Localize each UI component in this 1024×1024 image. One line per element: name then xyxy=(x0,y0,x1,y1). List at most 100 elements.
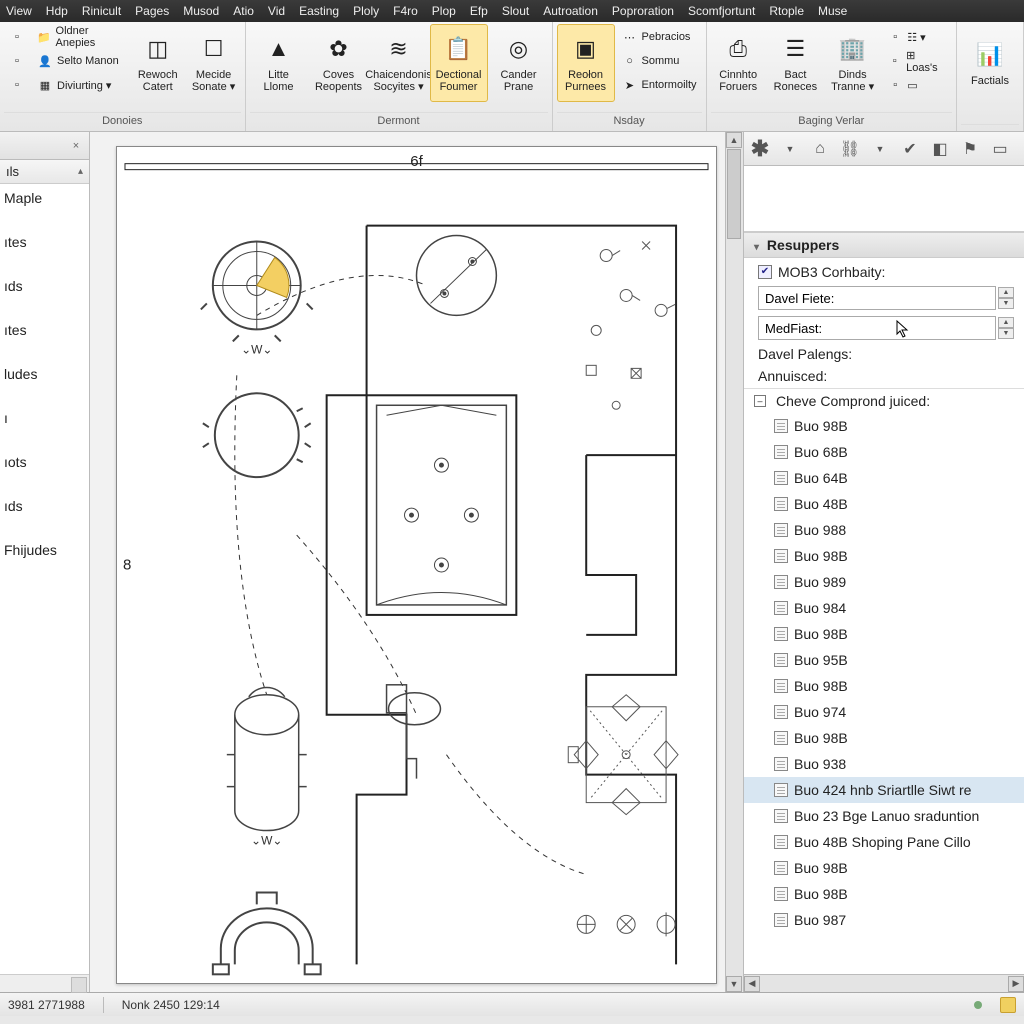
ribbon-small-button[interactable]: ○Sommu xyxy=(617,50,702,72)
scroll-down-icon[interactable]: ▼ xyxy=(726,976,742,992)
list-section-header[interactable]: – Cheve Comprond juiced: xyxy=(744,388,1024,413)
browser-item[interactable]: ıots xyxy=(0,454,87,470)
browser-item[interactable]: ı xyxy=(0,410,87,426)
ribbon-button[interactable]: ☐Mecide Sonate ▾ xyxy=(187,24,241,102)
list-item[interactable]: Buo 988 xyxy=(744,517,1024,543)
flag-icon[interactable]: ⚑ xyxy=(960,139,980,159)
house-icon[interactable]: ⌂ xyxy=(810,139,830,159)
list-item[interactable]: Buo 98B xyxy=(744,621,1024,647)
drawing-sheet[interactable]: 6f 8 xyxy=(116,146,717,984)
ribbon-small-button[interactable]: ▫▭ xyxy=(882,74,952,96)
ribbon-button[interactable]: ◫Rewoch Catert xyxy=(131,24,185,102)
ribbon-small-button[interactable]: ▫☷ ▾ xyxy=(882,26,952,48)
menu-item[interactable]: Efp xyxy=(470,4,488,18)
chevron-down-icon[interactable]: ▼ xyxy=(870,139,890,159)
menu-item[interactable]: Poproration xyxy=(612,4,674,18)
medfiast-input[interactable] xyxy=(758,316,996,340)
browser-item[interactable]: Maple xyxy=(0,190,87,206)
menu-item[interactable]: Hdp xyxy=(46,4,68,18)
section-header[interactable]: ▾ Resuppers xyxy=(744,232,1024,258)
expand-icon[interactable]: – xyxy=(754,395,766,407)
ribbon-button[interactable]: ✿Coves Reopents xyxy=(310,24,368,102)
davel-fiete-input[interactable] xyxy=(758,286,996,310)
ribbon-small-button[interactable]: ▫ xyxy=(4,74,30,96)
menu-item[interactable]: Scomfjortunt xyxy=(688,4,755,18)
ribbon-button[interactable]: ⎙Cinnhto Foruers xyxy=(711,24,766,102)
ribbon-small-button[interactable]: ➤Entormoilty xyxy=(617,74,702,96)
ribbon-button[interactable]: ≋Chaicendonis Socyites ▾ xyxy=(370,24,428,102)
ribbon-button[interactable]: ◎Cander Prane xyxy=(490,24,548,102)
stepper[interactable]: ▲▼ xyxy=(998,287,1014,309)
ribbon-small-button[interactable]: ▫ xyxy=(4,26,30,48)
eraser-icon[interactable]: ◧ xyxy=(930,139,950,159)
ribbon-small-button[interactable]: 📁Oldner Anepies xyxy=(32,26,129,48)
list-item[interactable]: Buo 64B xyxy=(744,465,1024,491)
ribbon-button[interactable]: 📊Factials xyxy=(961,24,1019,102)
list-item[interactable]: Buo 98B xyxy=(744,855,1024,881)
browser-item[interactable]: ıds xyxy=(0,498,87,514)
checkbox-icon[interactable]: ✔ xyxy=(758,265,772,279)
menu-item[interactable]: Plop xyxy=(432,4,456,18)
ribbon-button[interactable]: ▣Reołon Purnees xyxy=(557,24,615,102)
scroll-left-icon[interactable]: ◀ xyxy=(744,976,760,992)
menu-item[interactable]: Vid xyxy=(268,4,285,18)
browser-item[interactable]: ıtes xyxy=(0,234,87,250)
menu-item[interactable]: Atio xyxy=(233,4,254,18)
status-shield-icon[interactable] xyxy=(1000,997,1016,1013)
scroll-right-icon[interactable]: ▶ xyxy=(1008,976,1024,992)
ribbon-button[interactable]: 🏢Dinds Tranne ▾ xyxy=(825,24,880,102)
ribbon-button[interactable]: ▲Litte Llome xyxy=(250,24,308,102)
ribbon-button[interactable]: ☰Bact Roneces xyxy=(768,24,823,102)
menu-item[interactable]: Muse xyxy=(818,4,847,18)
chevron-down-icon[interactable]: ▼ xyxy=(780,139,800,159)
ribbon-small-button[interactable]: ⋯Pebracios xyxy=(617,26,702,48)
list-item[interactable]: Buo 98B xyxy=(744,725,1024,751)
menu-item[interactable]: Pages xyxy=(135,4,169,18)
browser-item[interactable]: ıtes xyxy=(0,322,87,338)
browser-item[interactable]: ıds xyxy=(0,278,87,294)
more-icon[interactable]: ▭ xyxy=(990,139,1010,159)
ribbon-small-button[interactable]: 👤Selto Manon xyxy=(32,50,129,72)
link-icon[interactable]: ⛓ xyxy=(840,139,860,159)
vertical-scrollbar[interactable]: ▲ ▼ xyxy=(725,132,743,992)
asterisk-icon[interactable]: ✱ xyxy=(750,139,770,159)
left-scrollbar[interactable] xyxy=(0,974,89,992)
list-item[interactable]: Buo 98B xyxy=(744,413,1024,439)
scroll-thumb[interactable] xyxy=(727,149,741,239)
panel-hscrollbar[interactable]: ◀ ▶ xyxy=(744,974,1024,992)
left-panel-tab[interactable]: ıls ▴ xyxy=(0,160,89,184)
list-item[interactable]: Buo 974 xyxy=(744,699,1024,725)
menu-item[interactable]: Ploly xyxy=(353,4,379,18)
stepper[interactable]: ▲▼ xyxy=(998,317,1014,339)
list-item[interactable]: Buo 989 xyxy=(744,569,1024,595)
scroll-up-icon[interactable]: ▲ xyxy=(726,132,742,148)
list-item[interactable]: Buo 984 xyxy=(744,595,1024,621)
ribbon-button[interactable]: 📋Dectional Foumer xyxy=(430,24,488,102)
list-item[interactable]: Buo 48B xyxy=(744,491,1024,517)
browser-item[interactable]: ludes xyxy=(0,366,87,382)
browser-item[interactable]: Fhijudes xyxy=(0,542,87,558)
list-item[interactable]: Buo 68B xyxy=(744,439,1024,465)
ribbon-small-button[interactable]: ▦Diviurting ▾ xyxy=(32,74,129,96)
menu-item[interactable]: Autroation xyxy=(543,4,598,18)
list-item[interactable]: Buo 48B Shoping Pane Cillo xyxy=(744,829,1024,855)
menu-item[interactable]: Rinicult xyxy=(82,4,121,18)
ribbon-small-button[interactable]: ▫ xyxy=(4,50,30,72)
list-item[interactable]: Buo 938 xyxy=(744,751,1024,777)
check-icon[interactable]: ✔ xyxy=(900,139,920,159)
list-item[interactable]: Buo 98B xyxy=(744,673,1024,699)
menu-item[interactable]: Rtople xyxy=(769,4,804,18)
list-item[interactable]: Buo 98B xyxy=(744,543,1024,569)
list-item[interactable]: Buo 95B xyxy=(744,647,1024,673)
menu-item[interactable]: View xyxy=(6,4,32,18)
list-item[interactable]: Buo 424 hnb Sriartlle Siwt re xyxy=(744,777,1024,803)
list-item[interactable]: Buo 98B xyxy=(744,881,1024,907)
menu-item[interactable]: Musod xyxy=(183,4,219,18)
menu-item[interactable]: Slout xyxy=(502,4,529,18)
list-item[interactable]: Buo 23 Bge Lanuo sraduntion xyxy=(744,803,1024,829)
menu-item[interactable]: Easting xyxy=(299,4,339,18)
ribbon-small-button[interactable]: ▫⊞ Loas's xyxy=(882,50,952,72)
close-icon[interactable]: × xyxy=(69,139,83,153)
list-item[interactable]: Buo 987 xyxy=(744,907,1024,933)
menu-item[interactable]: F4ro xyxy=(393,4,418,18)
